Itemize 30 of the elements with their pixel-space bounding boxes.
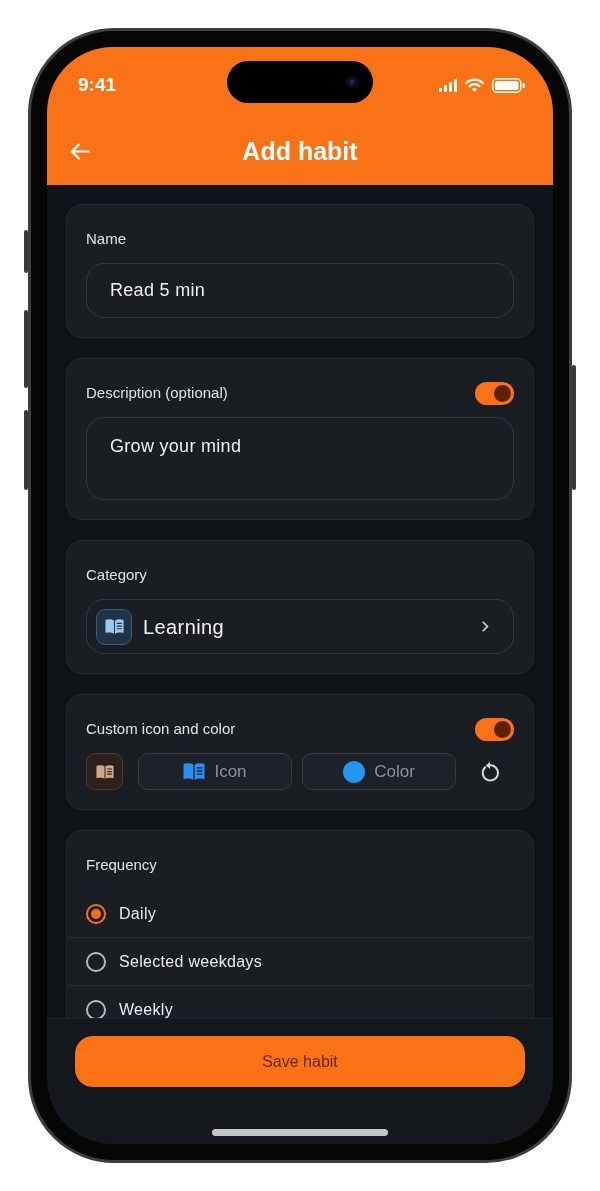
signal-icon <box>439 78 457 92</box>
side-button[interactable] <box>24 230 28 273</box>
back-button[interactable] <box>70 142 90 160</box>
book-icon <box>86 753 123 790</box>
book-icon <box>183 763 206 780</box>
radio-option[interactable]: Selected weekdays <box>67 937 533 985</box>
reset-button[interactable] <box>480 760 500 783</box>
circular-arrow-icon <box>480 760 500 783</box>
field-label: Category <box>86 565 147 585</box>
field-label: Custom icon and color <box>86 719 236 739</box>
toggle-switch[interactable] <box>475 717 514 741</box>
icon-button[interactable]: Icon <box>138 753 292 790</box>
category-select[interactable]: Learning <box>86 599 514 654</box>
back-arrow-icon <box>70 142 90 160</box>
save-button[interactable]: Save habit <box>75 1036 525 1087</box>
wifi-icon <box>465 78 484 92</box>
chevron-right-icon <box>482 621 489 632</box>
field-label: Description (optional) <box>86 383 228 403</box>
color-swatch-icon <box>343 760 366 783</box>
radio-option[interactable]: Daily <box>67 889 533 937</box>
name-input[interactable]: Read 5 min <box>86 263 514 318</box>
battery-icon <box>492 77 525 93</box>
field-label: Frequency <box>86 855 157 875</box>
description-input[interactable]: Grow your mind <box>86 417 514 500</box>
screen-title: Add habit <box>242 136 358 166</box>
book-icon <box>96 608 132 645</box>
status-time: 9:41 <box>78 75 117 95</box>
toggle-switch[interactable] <box>475 381 514 405</box>
color-button[interactable]: Color <box>302 753 456 790</box>
field-label: Name <box>86 229 126 249</box>
